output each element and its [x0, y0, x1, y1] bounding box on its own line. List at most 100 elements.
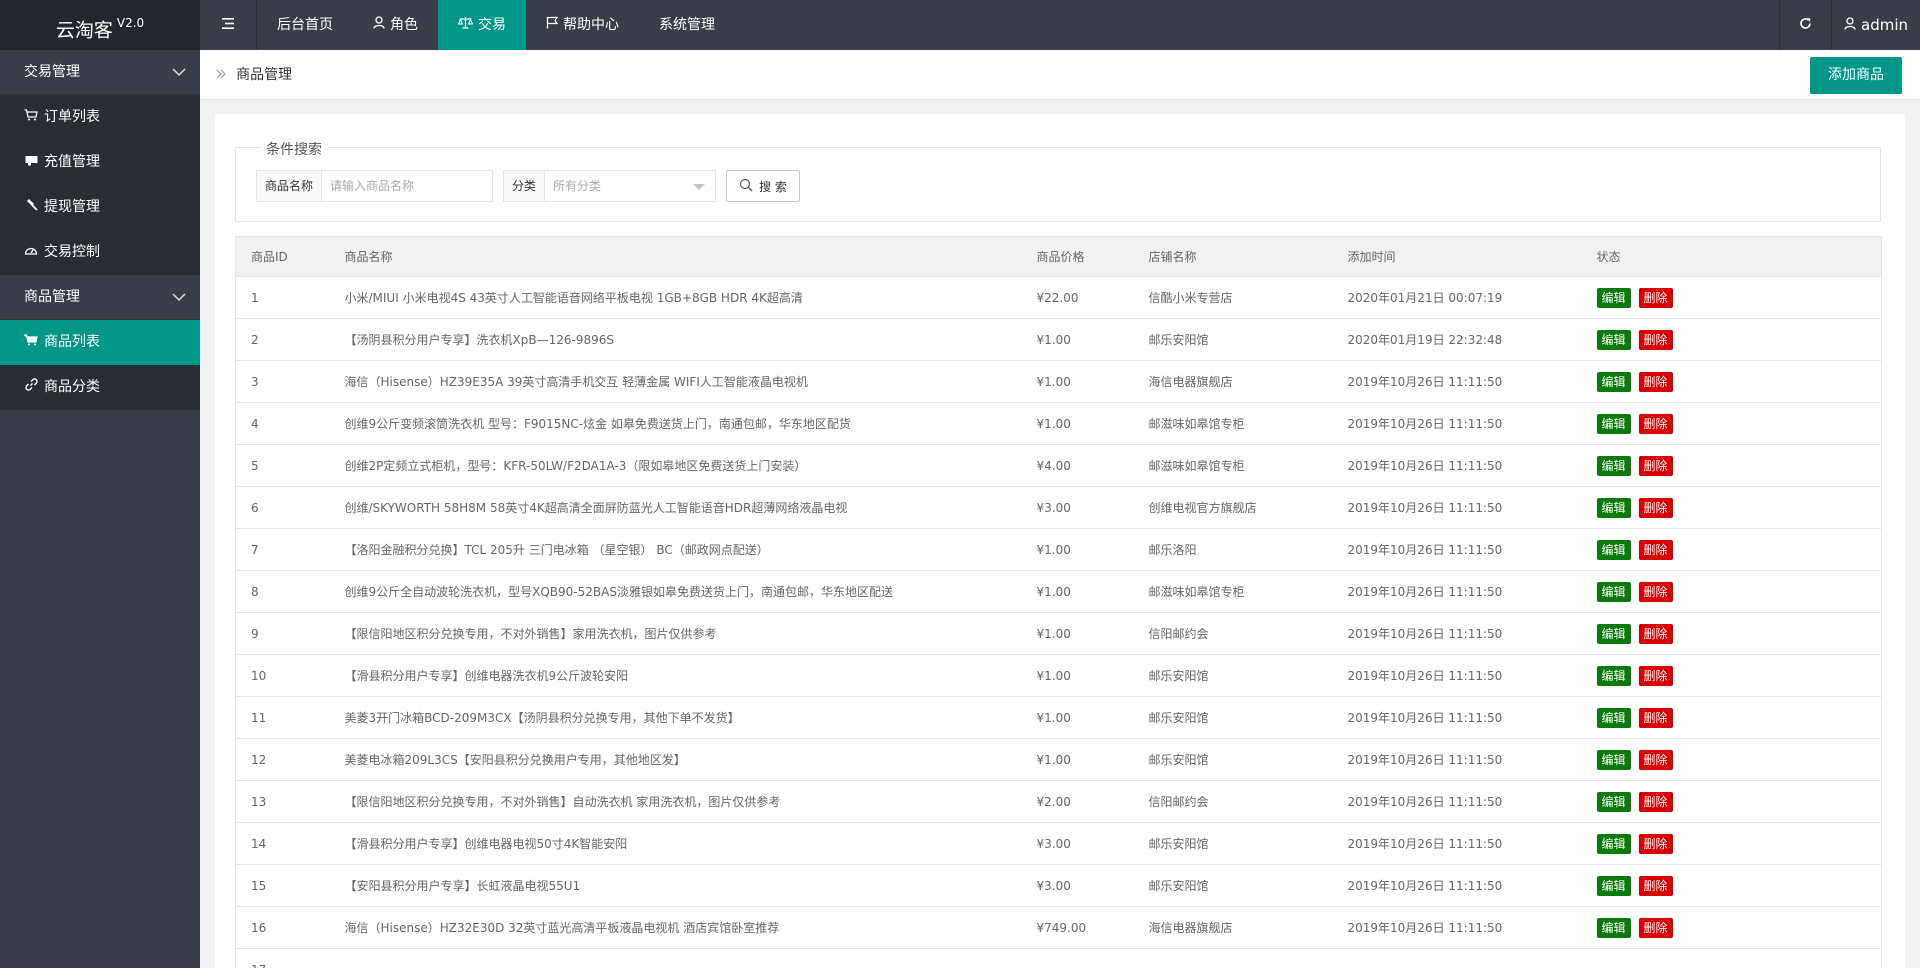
edit-button[interactable]: 编辑 — [1596, 287, 1631, 308]
refresh-button[interactable] — [1779, 0, 1831, 50]
table-row: 6 创维/SKYWORTH 58H8M 58英寸4K超高清全面屏防蓝光人工智能语音… — [235, 486, 1882, 529]
cell-name: 【洛阳金融积分兑换】TCL 205升 三门电冰箱 （星空银） BC（邮政网点配送… — [329, 528, 1022, 571]
goods-name-input[interactable] — [322, 171, 493, 201]
sidebar-item-goods-category[interactable]: 商品分类 — [0, 365, 200, 410]
delete-button[interactable]: 删除 — [1638, 917, 1673, 938]
gauge-icon — [24, 230, 38, 275]
table-row: 17 — [235, 948, 1882, 968]
col-header-time[interactable]: 添加时间 — [1332, 236, 1582, 277]
user-menu[interactable]: admin — [1831, 0, 1920, 50]
edit-button[interactable]: 编辑 — [1596, 665, 1631, 686]
cell-id: 8 — [235, 570, 330, 613]
edit-button[interactable]: 编辑 — [1596, 917, 1631, 938]
edit-button[interactable]: 编辑 — [1596, 455, 1631, 476]
menu-icon — [222, 0, 234, 50]
delete-button[interactable]: 删除 — [1638, 539, 1673, 560]
edit-button[interactable]: 编辑 — [1596, 833, 1631, 854]
cell-actions: 编辑 删除 — [1581, 402, 1882, 445]
edit-button[interactable]: 编辑 — [1596, 581, 1631, 602]
nav-help[interactable]: 帮助中心 — [526, 0, 639, 50]
breadcrumb-current: 商品管理 — [236, 67, 293, 83]
add-goods-button[interactable]: 添加商品 — [1810, 57, 1902, 94]
edit-button[interactable]: 编辑 — [1596, 623, 1631, 644]
goods-table: 商品ID 商品名称 商品价格 店铺名称 添加时间 状态 1 小米/MIUI 小米电… — [235, 236, 1882, 968]
edit-button[interactable]: 编辑 — [1596, 749, 1631, 770]
app-logo[interactable]: 云淘客 V2.0 — [0, 0, 200, 50]
cell-price: ¥3.00 — [1021, 822, 1134, 865]
delete-button[interactable]: 删除 — [1638, 707, 1673, 728]
delete-button[interactable]: 删除 — [1638, 665, 1673, 686]
delete-button[interactable]: 删除 — [1638, 455, 1673, 476]
delete-button[interactable]: 删除 — [1638, 875, 1673, 896]
delete-button[interactable]: 删除 — [1638, 623, 1673, 644]
card-icon — [24, 140, 38, 185]
double-chevron-right-icon — [216, 68, 230, 83]
sidebar-item-label: 商品列表 — [44, 334, 100, 350]
sidebar-item-trade-control[interactable]: 交易控制 — [0, 230, 200, 275]
cell-price: ¥3.00 — [1021, 486, 1134, 529]
sidebar-group-goods[interactable]: 商品管理 — [0, 275, 200, 320]
delete-button[interactable]: 删除 — [1638, 581, 1673, 602]
caret-down-icon — [693, 184, 706, 190]
cell-price: ¥1.00 — [1021, 360, 1134, 403]
cell-id: 12 — [235, 738, 330, 781]
edit-button[interactable]: 编辑 — [1596, 707, 1631, 728]
edit-button[interactable]: 编辑 — [1596, 539, 1631, 560]
sidebar-item-recharge[interactable]: 充值管理 — [0, 140, 200, 185]
delete-button[interactable]: 删除 — [1638, 371, 1673, 392]
cell-time: 2020年01月19日 22:32:48 — [1332, 318, 1582, 361]
col-header-id[interactable]: 商品ID — [235, 236, 330, 277]
cell-time — [1332, 948, 1582, 968]
col-header-price[interactable]: 商品价格 — [1021, 236, 1134, 277]
delete-button[interactable]: 删除 — [1638, 413, 1673, 434]
edit-button[interactable]: 编辑 — [1596, 497, 1631, 518]
sidebar-group-trade[interactable]: 交易管理 — [0, 50, 200, 95]
nav-home[interactable]: 后台首页 — [257, 0, 353, 50]
sidebar-item-goods-list[interactable]: 商品列表 — [0, 320, 200, 365]
delete-button[interactable]: 删除 — [1638, 749, 1673, 770]
delete-button[interactable]: 删除 — [1638, 833, 1673, 854]
nav-trade[interactable]: 交易 — [438, 0, 526, 50]
sidebar-item-orders[interactable]: 订单列表 — [0, 95, 200, 140]
cell-shop: 邮乐安阳馆 — [1133, 696, 1333, 739]
cart-icon — [22, 320, 38, 365]
cell-time: 2019年10月26日 11:11:50 — [1332, 906, 1582, 949]
sidebar-item-label: 充值管理 — [44, 154, 100, 170]
cell-price: ¥1.00 — [1021, 738, 1134, 781]
category-select[interactable]: 所有分类 — [545, 171, 715, 201]
delete-button[interactable]: 删除 — [1638, 497, 1673, 518]
cell-price: ¥1.00 — [1021, 570, 1134, 613]
nav-role[interactable]: 角色 — [353, 0, 438, 50]
edit-button[interactable]: 编辑 — [1596, 875, 1631, 896]
hammer-icon — [24, 185, 38, 230]
user-icon — [1844, 16, 1856, 34]
sidebar-toggle-button[interactable] — [200, 0, 257, 50]
cell-time: 2019年10月26日 11:11:50 — [1332, 822, 1582, 865]
cell-price: ¥1.00 — [1021, 654, 1134, 697]
col-header-status[interactable]: 状态 — [1581, 236, 1882, 277]
cell-id: 17 — [235, 948, 330, 968]
search-button[interactable]: 搜 索 — [726, 170, 801, 202]
delete-button[interactable]: 删除 — [1638, 791, 1673, 812]
table-row: 16 海信（Hisense）HZ32E30D 32英寸蓝光高清平板液晶电视机 酒店… — [235, 906, 1882, 949]
delete-button[interactable]: 删除 — [1638, 329, 1673, 350]
cell-actions: 编辑 删除 — [1581, 486, 1882, 529]
nav-system[interactable]: 系统管理 — [639, 0, 735, 50]
delete-button[interactable]: 删除 — [1638, 287, 1673, 308]
nav-role-label: 角色 — [390, 17, 418, 33]
edit-button[interactable]: 编辑 — [1596, 413, 1631, 434]
sidebar-item-withdraw[interactable]: 提现管理 — [0, 185, 200, 230]
cell-id: 13 — [235, 780, 330, 823]
cell-time: 2019年10月26日 11:11:50 — [1332, 654, 1582, 697]
cell-shop — [1133, 948, 1333, 968]
cell-shop: 信阳邮约会 — [1133, 780, 1333, 823]
edit-button[interactable]: 编辑 — [1596, 791, 1631, 812]
cell-name: 创维/SKYWORTH 58H8M 58英寸4K超高清全面屏防蓝光人工智能语音H… — [329, 486, 1022, 529]
col-header-name[interactable]: 商品名称 — [329, 236, 1022, 277]
table-row: 9 【限信阳地区积分兑换专用，不对外销售】家用洗衣机，图片仅供参考 ¥1.00 信阳邮… — [235, 612, 1882, 655]
edit-button[interactable]: 编辑 — [1596, 371, 1631, 392]
edit-button[interactable]: 编辑 — [1596, 329, 1631, 350]
cell-time: 2020年01月21日 00:07:19 — [1332, 276, 1582, 319]
col-header-shop[interactable]: 店铺名称 — [1133, 236, 1333, 277]
table-row: 10 【滑县积分用户专享】创维电器洗衣机9公斤波轮安阳 ¥1.00 邮乐安阳馆 2019… — [235, 654, 1882, 697]
